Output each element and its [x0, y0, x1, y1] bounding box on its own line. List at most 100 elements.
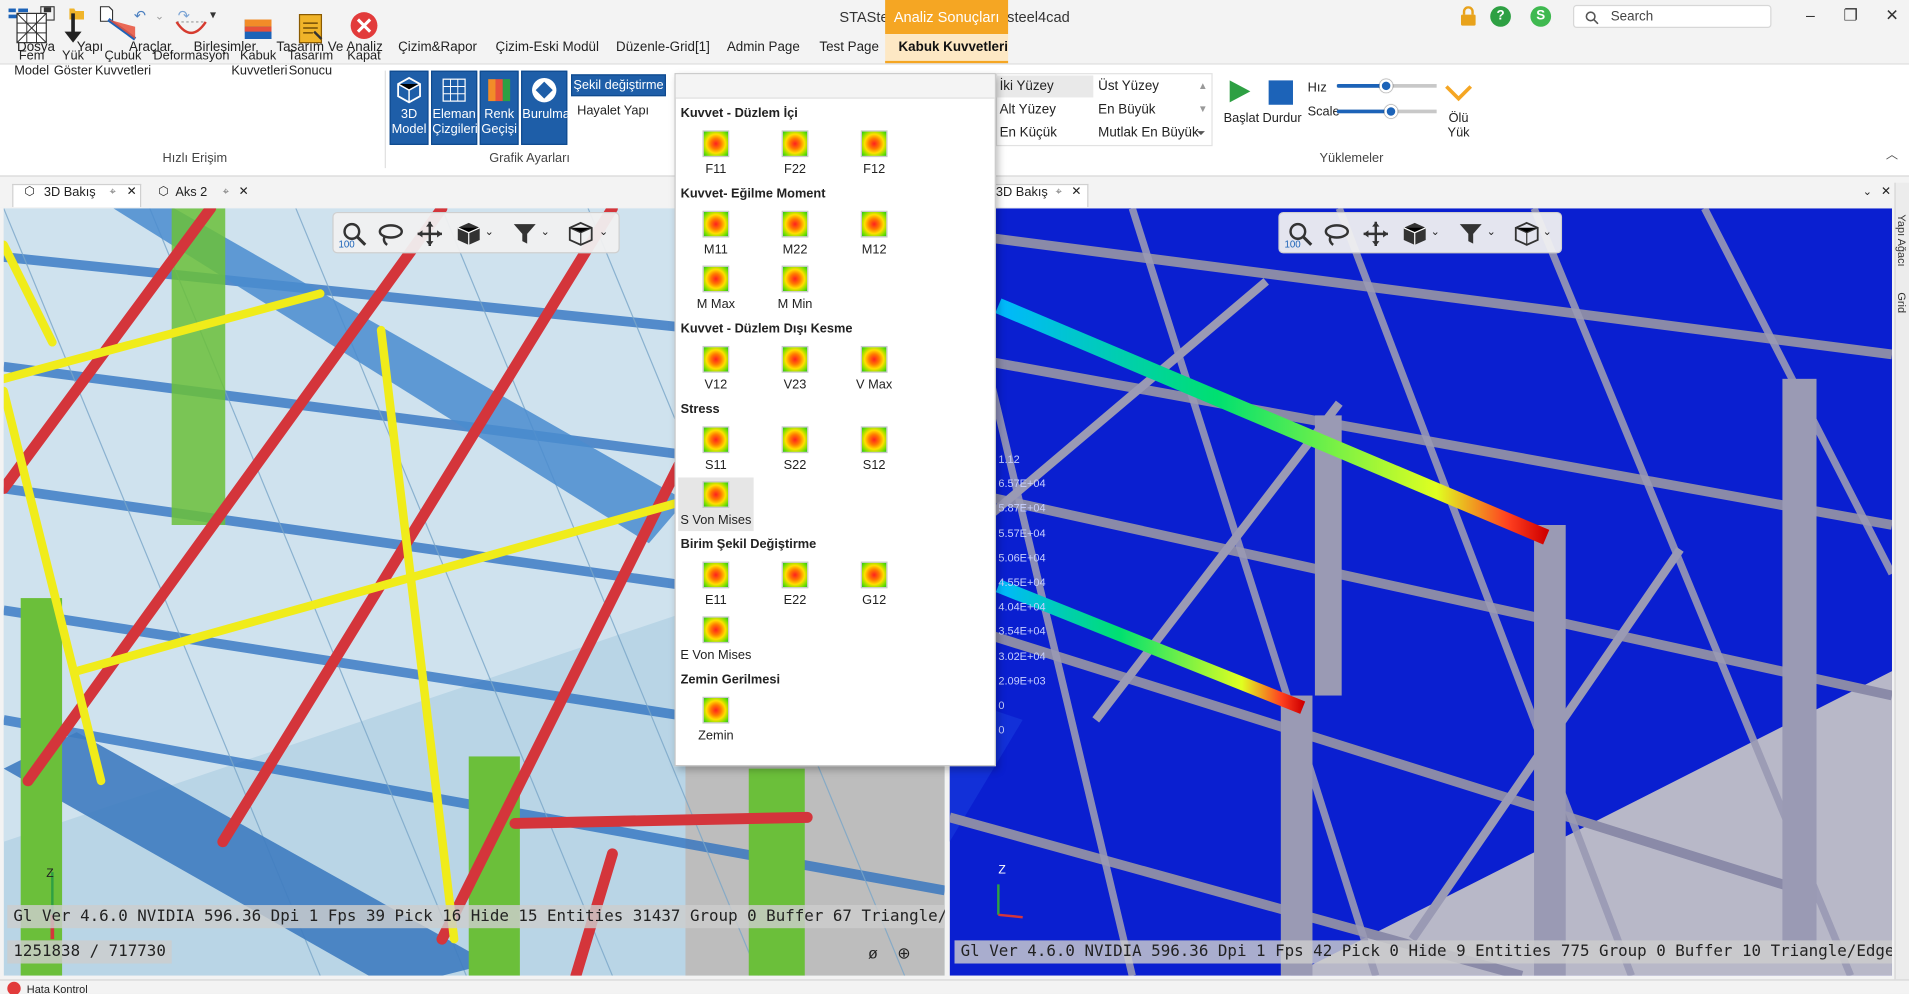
kapat-button[interactable]: Kapat: [345, 10, 384, 63]
pin-icon[interactable]: ⌖: [110, 185, 116, 198]
result-s-von-mises-button[interactable]: S Von Mises: [678, 477, 754, 532]
renk-gecisi-button[interactable]: Renk Geçişi: [479, 70, 519, 145]
menu-kabuk-kuvvetleri[interactable]: Kabuk Kuvvetleri: [899, 40, 1008, 55]
result-v-max-button[interactable]: V Max: [836, 342, 911, 396]
view-cube-icon[interactable]: [1401, 220, 1428, 247]
result-v23-button[interactable]: V23: [757, 342, 832, 396]
result-e-von-mises-button[interactable]: E Von Mises: [678, 613, 753, 667]
lock-icon[interactable]: [1459, 6, 1478, 27]
surface-ust-yuzey[interactable]: Üst Yüzey: [1098, 79, 1159, 94]
result-e22-button[interactable]: E22: [757, 558, 832, 612]
cubuk-kuvvetleri-button[interactable]: Çubuk Kuvvetleri: [95, 10, 151, 78]
durdur-label[interactable]: Durdur: [1263, 111, 1302, 126]
user-avatar[interactable]: S: [1530, 6, 1552, 27]
result-s12-button[interactable]: S12: [836, 423, 911, 477]
menu-cizim-eski-modul[interactable]: Çizim-Eski Modül: [496, 40, 599, 55]
surface-mutlak-en-buyuk[interactable]: Mutlak En Büyük: [1098, 125, 1199, 140]
result-m-min-button[interactable]: M Min: [757, 262, 832, 316]
hayalet-yapi-button[interactable]: Hayalet Yapı: [577, 104, 649, 119]
measure-icon[interactable]: ø: [868, 944, 878, 962]
baslat-label[interactable]: Başlat: [1224, 111, 1260, 126]
close-window-button[interactable]: ✕: [1879, 4, 1906, 28]
surface-en-kucuk[interactable]: En Küçük: [1000, 125, 1057, 140]
result-f11-button[interactable]: F11: [678, 127, 753, 181]
result-e11-button[interactable]: E11: [678, 558, 753, 612]
menu-duzenle-grid[interactable]: Düzenle-Grid[1]: [616, 40, 710, 55]
gallery-scroll-down-icon[interactable]: ▼: [1198, 104, 1208, 115]
menu-test-page[interactable]: Test Page: [819, 40, 879, 55]
chevron-down-icon[interactable]: ⌄: [1487, 225, 1496, 238]
dropdown-section-title: Kuvvet - Düzlem İçi: [680, 105, 798, 121]
context-tab-analysis-results[interactable]: Analiz Sonuçları: [885, 0, 1009, 35]
tab-dropdown-icon[interactable]: ⌄: [1863, 185, 1872, 198]
collapse-ribbon-icon[interactable]: ︿: [1886, 144, 1898, 162]
result-g12-button[interactable]: G12: [836, 558, 911, 612]
chevron-down-icon[interactable]: ⌄: [1431, 225, 1440, 238]
view-cube-icon[interactable]: [455, 220, 482, 247]
eleman-cizgileri-button[interactable]: Eleman Çizgileri: [430, 70, 478, 145]
stop-icon[interactable]: [1268, 80, 1293, 105]
lasso-icon[interactable]: [377, 220, 404, 247]
kabuk-kuvvetleri-button[interactable]: Kabuk Kuvvetleri: [231, 10, 287, 78]
right-3d-viewport[interactable]: 1.12 6.57E+04 5.87E+04 5.57E+04 5.06E+04…: [949, 208, 1892, 976]
section-box-icon[interactable]: [1513, 220, 1540, 247]
surface-en-buyuk[interactable]: En Büyük: [1098, 102, 1155, 117]
result-s22-button[interactable]: S22: [757, 423, 832, 477]
help-icon[interactable]: ?: [1490, 6, 1511, 27]
fem-model-button[interactable]: Fem Model: [10, 10, 54, 78]
snap-target-icon[interactable]: ⊕: [897, 944, 910, 963]
section-box-icon[interactable]: [567, 220, 594, 247]
speed-slider-knob[interactable]: [1379, 79, 1393, 93]
maximize-button[interactable]: ❐: [1837, 4, 1864, 28]
lasso-icon[interactable]: [1323, 220, 1350, 247]
filter-icon[interactable]: [1457, 220, 1484, 247]
burulma-button[interactable]: Burulma: [521, 70, 570, 145]
result-s11-button[interactable]: S11: [678, 423, 753, 477]
chevron-down-icon[interactable]: ⌄: [599, 225, 608, 238]
pin-icon[interactable]: ⌖: [223, 185, 229, 198]
close-tab-icon[interactable]: ✕: [1881, 185, 1891, 198]
gallery-scroll-up-icon[interactable]: ▲: [1198, 80, 1208, 91]
close-tab-icon[interactable]: ✕: [1071, 185, 1081, 198]
minimize-button[interactable]: –: [1797, 4, 1824, 28]
yuk-goster-button[interactable]: Yük Göster: [54, 10, 93, 78]
surface-alt-yuzey[interactable]: Alt Yüzey: [1000, 102, 1056, 117]
result-m22-button[interactable]: M22: [757, 207, 832, 261]
scale-slider[interactable]: [1336, 104, 1437, 119]
result-f12-button[interactable]: F12: [836, 127, 911, 181]
chevron-down-icon[interactable]: [1444, 82, 1473, 104]
result-label: V23: [783, 377, 807, 393]
close-tab-icon[interactable]: ✕: [127, 185, 137, 198]
menu-cizim-rapor[interactable]: Çizim&Rapor: [398, 40, 477, 55]
pan-icon[interactable]: [416, 220, 443, 247]
chevron-down-icon[interactable]: ⌄: [1543, 225, 1552, 238]
result-f22-button[interactable]: F22: [757, 127, 832, 181]
scale-slider-knob[interactable]: [1384, 104, 1398, 119]
result-zemin-button[interactable]: Zemin: [678, 693, 753, 747]
speed-slider[interactable]: [1336, 79, 1437, 93]
result-m-max-button[interactable]: M Max: [678, 262, 753, 316]
result-m11-button[interactable]: M11: [678, 207, 753, 261]
side-tab-yapi-agaci[interactable]: Yapı Ağacı: [1896, 214, 1908, 266]
tasarim-sonucu-button[interactable]: Tasarım Sonucu: [287, 10, 333, 78]
close-tab-icon[interactable]: ✕: [239, 185, 249, 198]
tab-aks-2-label[interactable]: Aks 2: [175, 185, 207, 200]
play-icon[interactable]: [1226, 78, 1253, 105]
surface-iki-yuzey[interactable]: İki Yüzey: [1000, 79, 1054, 94]
3d-model-button[interactable]: 3D Model: [389, 70, 429, 145]
olu-yuk-selector[interactable]: Ölü Yük: [1444, 111, 1473, 140]
side-tab-grid[interactable]: Grid: [1896, 292, 1908, 313]
pan-icon[interactable]: [1362, 220, 1389, 247]
chevron-down-icon[interactable]: ⌄: [541, 225, 550, 238]
gallery-expand-icon[interactable]: ⏷: [1197, 127, 1206, 140]
result-m12-button[interactable]: M12: [836, 207, 911, 261]
filter-icon[interactable]: [511, 220, 538, 247]
pin-icon[interactable]: ⌖: [1056, 185, 1062, 198]
result-v12-button[interactable]: V12: [678, 342, 753, 396]
search-box[interactable]: Search: [1573, 4, 1772, 29]
hata-kontrol-button[interactable]: Hata Kontrol: [27, 983, 88, 994]
deformasyon-button[interactable]: Deformasyon: [153, 10, 229, 63]
menu-admin-page[interactable]: Admin Page: [727, 40, 800, 55]
chevron-down-icon[interactable]: ⌄: [485, 225, 494, 238]
sekil-degistirme-button[interactable]: Şekil değiştirme: [571, 74, 666, 97]
